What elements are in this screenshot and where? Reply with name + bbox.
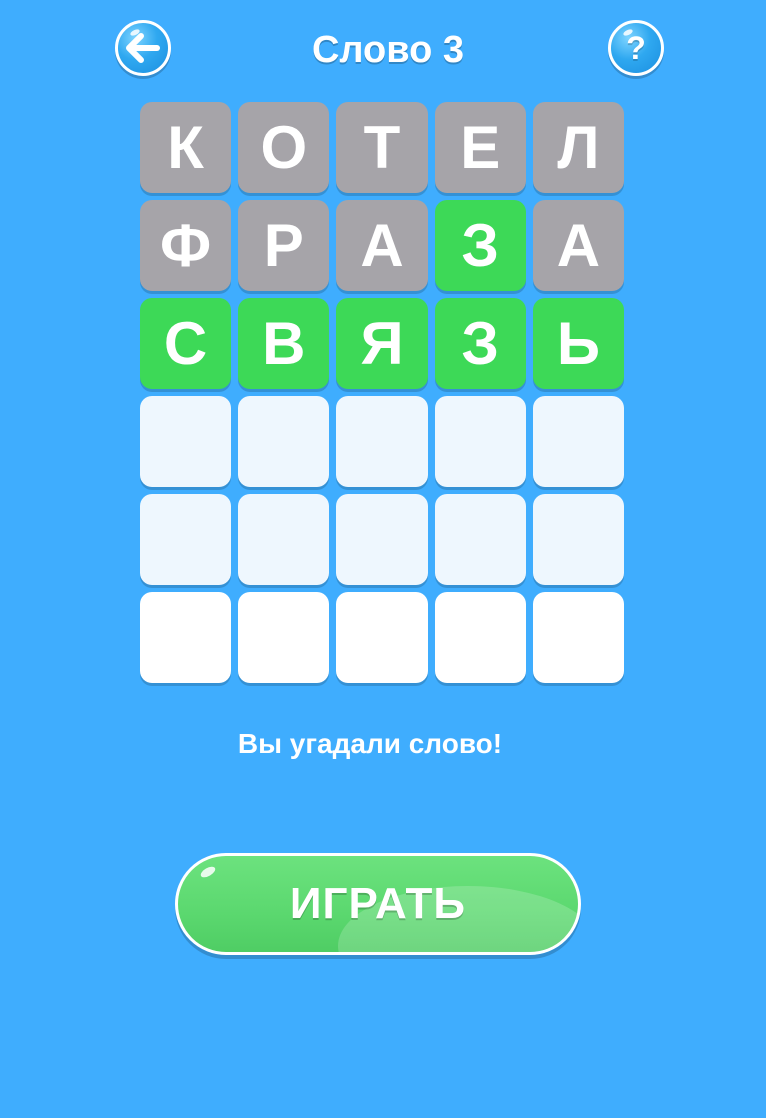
letter-tile: Р	[238, 200, 330, 291]
letter-tile	[336, 592, 428, 683]
letter-tile	[532, 592, 625, 683]
letter-tile	[532, 494, 625, 585]
letter-tile	[434, 592, 526, 683]
letter-tile: В	[238, 298, 330, 389]
letter-tile	[532, 396, 625, 487]
letter-tile: А	[336, 200, 428, 291]
letter-tile	[434, 494, 526, 585]
letter-tile	[434, 396, 526, 487]
letter-tile	[140, 396, 232, 487]
letter-tile: О	[238, 102, 330, 193]
letter-tile	[238, 396, 330, 487]
letter-tile: Л	[532, 102, 625, 193]
letter-tile	[140, 592, 232, 683]
letter-tile	[238, 592, 330, 683]
letter-tile: З	[434, 200, 526, 291]
word-grid: КОТЕЛФРАЗАСВЯЗЬ	[140, 102, 625, 690]
button-shine	[199, 864, 217, 880]
letter-tile: З	[434, 298, 526, 389]
letter-tile: Ь	[532, 298, 625, 389]
letter-tile: С	[140, 298, 232, 389]
question-icon: ?	[626, 30, 646, 66]
grid-row	[140, 396, 625, 487]
play-button[interactable]: ИГРАТЬ	[175, 853, 581, 955]
letter-tile: Я	[336, 298, 428, 389]
grid-row	[140, 592, 625, 683]
letter-tile: Ф	[140, 200, 232, 291]
letter-tile: Е	[434, 102, 526, 193]
play-button-label: ИГРАТЬ	[289, 879, 467, 928]
letter-tile	[238, 494, 330, 585]
letter-tile	[336, 494, 428, 585]
grid-row: ФРАЗА	[140, 200, 625, 291]
letter-tile: Т	[336, 102, 428, 193]
grid-row	[140, 494, 625, 585]
grid-row: КОТЕЛ	[140, 102, 625, 193]
result-message: Вы угадали слово!	[237, 728, 503, 759]
letter-tile	[140, 494, 232, 585]
letter-tile	[336, 396, 428, 487]
help-button[interactable]: ?	[608, 20, 664, 76]
letter-tile: К	[140, 102, 232, 193]
grid-row: СВЯЗЬ	[140, 298, 625, 389]
letter-tile: А	[532, 200, 625, 291]
